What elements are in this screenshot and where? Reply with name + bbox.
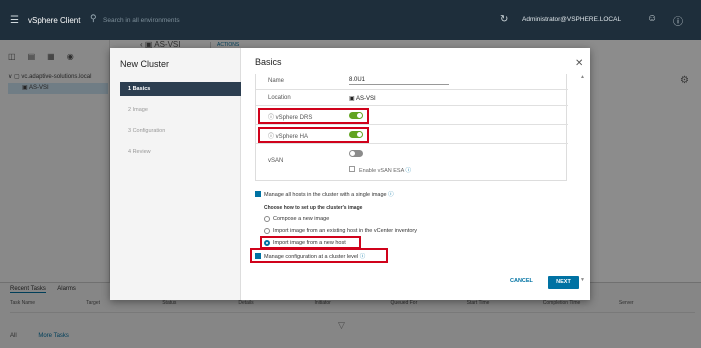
step-review[interactable]: 4 Review bbox=[120, 145, 241, 159]
step-basics[interactable]: 1 Basics bbox=[120, 82, 241, 96]
vsan-esa-checkbox[interactable] bbox=[349, 166, 355, 172]
highlight-ha bbox=[258, 127, 369, 143]
manage-image-checkbox[interactable] bbox=[255, 191, 261, 197]
search-icon: ⚲ bbox=[90, 13, 97, 23]
manage-image-label: Manage all hosts in the cluster with a s… bbox=[264, 190, 394, 198]
scroll-up-icon[interactable]: ▲ bbox=[580, 74, 585, 80]
global-search-input[interactable]: Search in all environments bbox=[103, 17, 283, 30]
vsan-row: vSAN Enable vSAN ESA ⓘ bbox=[256, 144, 568, 181]
wizard-steps-pane: New Cluster 1 Basics 2 Image 3 Configura… bbox=[110, 48, 241, 300]
vsan-esa-text: Enable vSAN ESA bbox=[359, 168, 404, 174]
name-input[interactable]: 8.0U1 bbox=[349, 77, 449, 85]
location-row: Location ▣ AS-VSI bbox=[256, 90, 568, 106]
radio-import-existing-host[interactable] bbox=[264, 228, 270, 234]
close-icon[interactable]: ✕ bbox=[575, 58, 583, 69]
radio-compose-image[interactable] bbox=[264, 216, 270, 222]
highlight-drs bbox=[258, 108, 369, 124]
wizard-title: New Cluster bbox=[120, 59, 170, 69]
location-value: ▣ AS-VSI bbox=[349, 96, 376, 102]
name-row: Name 8.0U1 bbox=[256, 74, 568, 90]
location-label: Location bbox=[268, 95, 291, 101]
info-icon[interactable]: ⓘ bbox=[388, 192, 394, 198]
vsan-label: vSAN bbox=[268, 158, 284, 164]
step-configuration[interactable]: 3 Configuration bbox=[120, 124, 241, 138]
page-title: Basics bbox=[255, 57, 282, 67]
option-compose-image: Compose a new image bbox=[273, 216, 330, 222]
vsan-toggle[interactable] bbox=[349, 150, 363, 157]
top-header-bar: ☰ vSphere Client ⚲ Search in all environ… bbox=[0, 0, 701, 40]
manage-image-text: Manage all hosts in the cluster with a s… bbox=[264, 192, 387, 198]
hamburger-menu-icon[interactable]: ☰ bbox=[10, 15, 19, 26]
new-cluster-wizard: New Cluster 1 Basics 2 Image 3 Configura… bbox=[110, 48, 590, 300]
location-text: AS-VSI bbox=[356, 96, 376, 102]
scroll-down-icon[interactable]: ▼ bbox=[580, 277, 585, 283]
app-title[interactable]: vSphere Client bbox=[28, 16, 80, 25]
step-image[interactable]: 2 Image bbox=[120, 103, 241, 117]
help-icon[interactable]: ⓘ bbox=[673, 13, 683, 28]
option-import-existing-host: Import image from an existing host in th… bbox=[273, 228, 417, 234]
next-button[interactable]: NEXT bbox=[548, 276, 579, 289]
highlight-manage-config bbox=[250, 248, 388, 263]
feedback-smiley-icon[interactable]: ☺ bbox=[647, 13, 657, 24]
scrollbar[interactable]: ▲ ▼ bbox=[580, 74, 586, 284]
user-menu[interactable]: Administrator@VSPHERE.LOCAL bbox=[522, 16, 621, 23]
cancel-button[interactable]: CANCEL bbox=[510, 278, 533, 284]
info-icon[interactable]: ⓘ bbox=[405, 168, 411, 174]
vsan-esa-label: Enable vSAN ESA ⓘ bbox=[359, 166, 411, 174]
name-label: Name bbox=[268, 78, 285, 84]
image-setup-heading: Choose how to set up the cluster's image bbox=[264, 205, 363, 211]
refresh-icon[interactable]: ↻ bbox=[500, 14, 508, 25]
